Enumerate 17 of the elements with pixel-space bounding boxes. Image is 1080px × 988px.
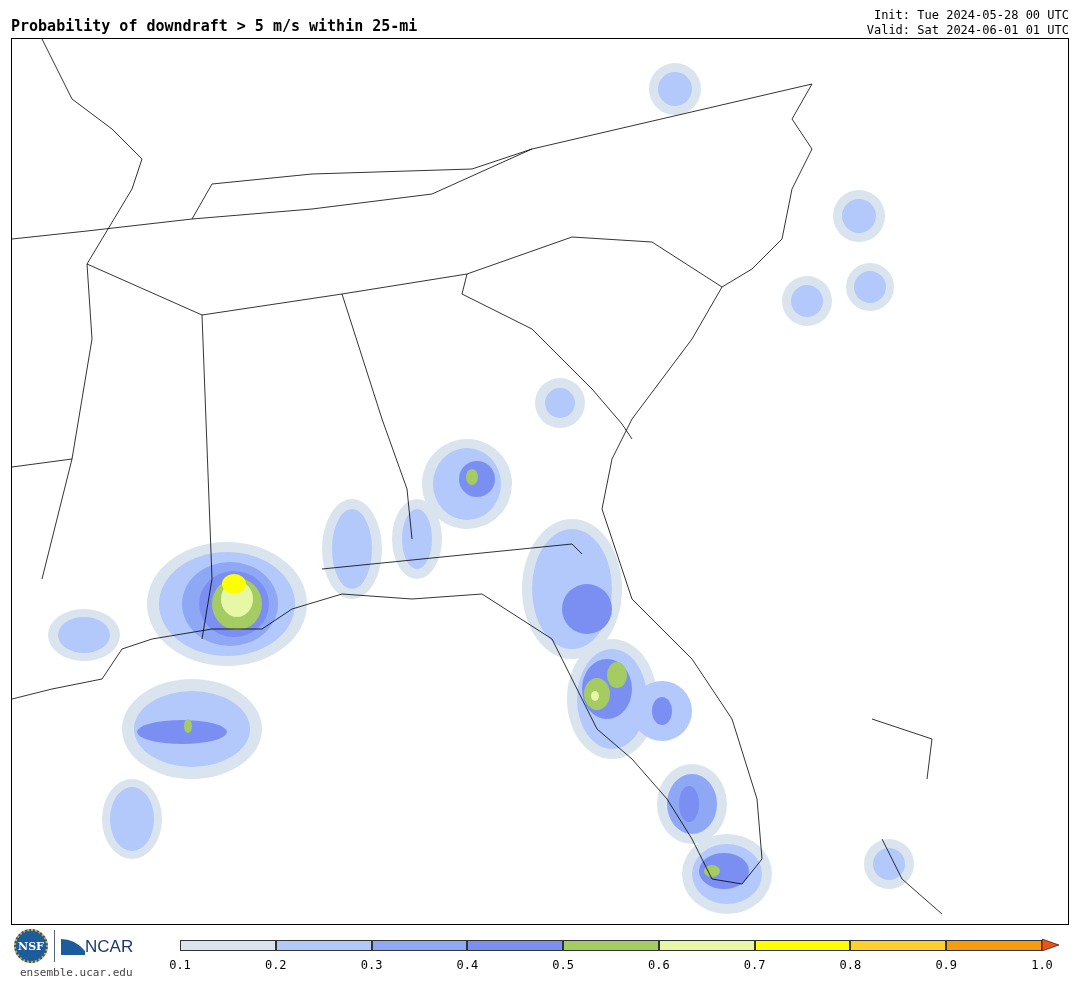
colorbar-tick-label: 0.1 — [169, 958, 191, 972]
colorbar-tick-label: 0.9 — [935, 958, 958, 972]
colorbar-tick-label: 0.8 — [839, 958, 862, 972]
colorbar-tick-label: 0.3 — [360, 958, 383, 972]
colorbar-tick-label: 0.7 — [743, 958, 766, 972]
ncar-logo: NCAR — [85, 938, 134, 955]
colorbar-tick-label: 0.2 — [264, 958, 287, 972]
valid-time: Valid: Sat 2024-06-01 01 UTC — [866, 23, 1069, 38]
wedge-icon — [61, 937, 85, 955]
colorbar-tick-label: 0.6 — [648, 958, 670, 972]
site-url: ensemble.ucar.edu — [19, 966, 134, 979]
colorbar-tick-label: 1.0 — [1031, 958, 1053, 972]
colorbar-tick-label: 0.5 — [552, 958, 574, 972]
map-title: Probability of downdraft > 5 m/s within 25-mi — [11, 17, 418, 37]
init-time: Init: Tue 2024-05-28 00 UTC — [872, 8, 1069, 23]
colorbar-tick-label: 0.4 — [456, 958, 479, 972]
nsf-logo: NSF — [14, 929, 48, 963]
